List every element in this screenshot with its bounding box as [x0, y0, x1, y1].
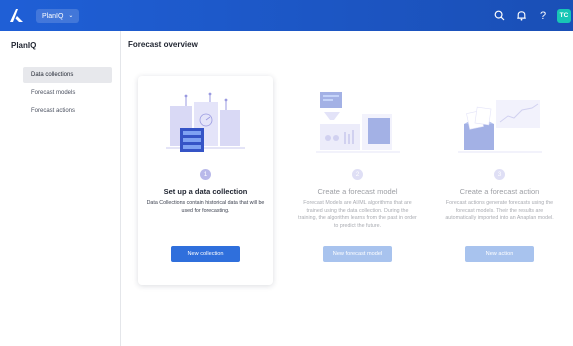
data-collection-illustration	[166, 92, 245, 152]
bell-icon[interactable]	[510, 0, 532, 31]
card-description: Forecast Models are AI/ML algorithms tha…	[298, 200, 417, 229]
card-title: Create a forecast model	[317, 187, 398, 196]
new-forecast-model-button[interactable]: New forecast model	[323, 246, 392, 262]
card-forecast-action: 3 Create a forecast action Forecast acti…	[432, 76, 567, 285]
card-description: Forecast actions generate forecasts usin…	[445, 200, 554, 222]
sidebar-title: PlanIQ	[11, 41, 37, 50]
step-badge: 2	[352, 169, 363, 180]
card-title: Create a forecast action	[459, 187, 540, 196]
sidebar-item-forecast-models[interactable]: Forecast models	[23, 85, 112, 101]
step-badge: 3	[494, 169, 505, 180]
app-name: PlanIQ	[42, 12, 64, 20]
card-title: Set up a data collection	[163, 187, 248, 196]
forecast-model-illustration	[316, 92, 400, 153]
sidebar: PlanIQ Data collections Forecast models …	[0, 31, 121, 346]
new-action-button[interactable]: New action	[465, 246, 534, 262]
sidebar-item-data-collections[interactable]: Data collections	[23, 67, 112, 83]
card-data-collection: 1 Set up a data collection Data Collecti…	[138, 76, 273, 285]
app-switcher[interactable]: PlanIQ ⌄	[36, 9, 80, 23]
anaplan-logo-icon[interactable]	[8, 7, 25, 24]
card-forecast-model: 2 Create a forecast model Forecast Model…	[290, 76, 425, 285]
avatar[interactable]: TC	[557, 8, 571, 23]
top-bar-icons: ? TC	[488, 0, 573, 31]
page-title: Forecast overview	[128, 40, 198, 49]
chevron-down-icon: ⌄	[68, 13, 74, 19]
help-icon[interactable]: ?	[532, 0, 554, 31]
forecast-action-illustration	[458, 100, 542, 153]
new-collection-button[interactable]: New collection	[171, 246, 240, 262]
card-description: Data Collections contain historical data…	[146, 200, 265, 214]
step-badge: 1	[200, 169, 211, 180]
sidebar-item-forecast-actions[interactable]: Forecast actions	[23, 103, 112, 119]
top-bar: PlanIQ ⌄ ? TC	[0, 0, 573, 31]
search-icon[interactable]	[488, 0, 510, 31]
